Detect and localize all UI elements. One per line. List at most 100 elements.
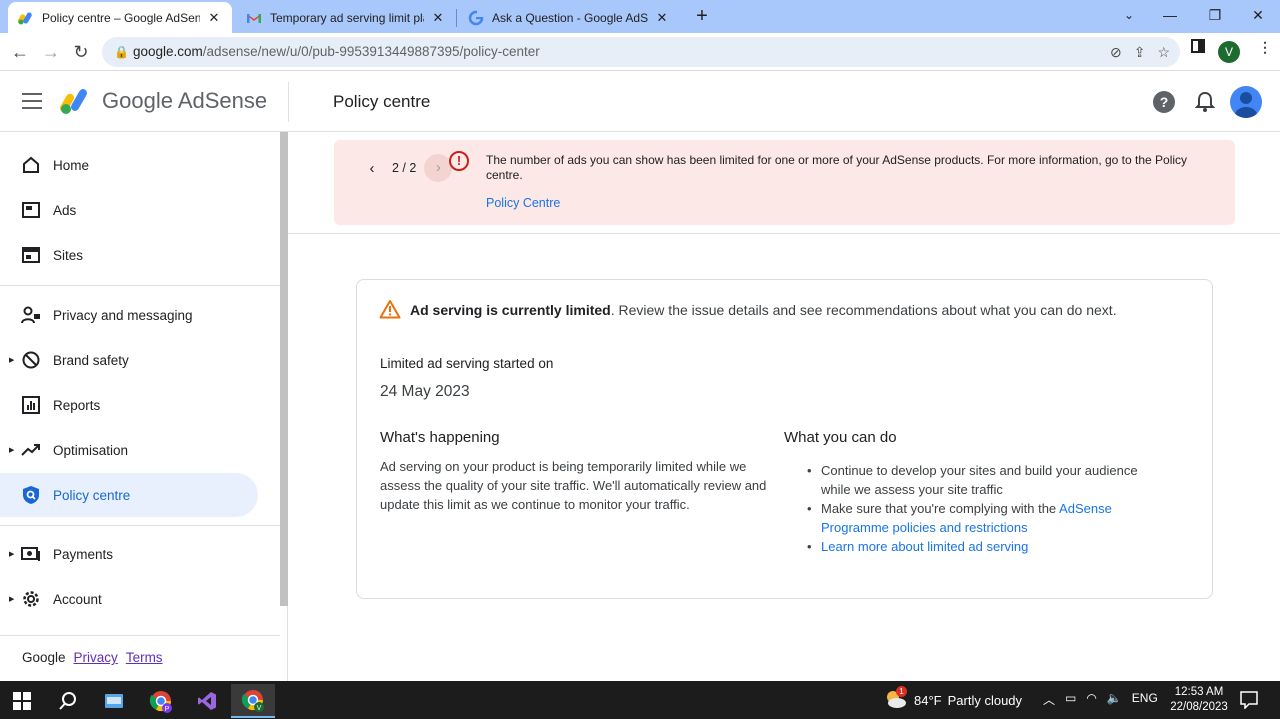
visual-studio-icon[interactable] xyxy=(185,684,229,718)
close-tab-icon[interactable]: ✕ xyxy=(654,10,670,26)
what-you-can-do-heading: What you can do xyxy=(784,429,897,446)
forward-arrow-icon[interactable]: → xyxy=(40,41,62,63)
close-window-button[interactable]: ✕ xyxy=(1238,0,1278,30)
policy-centre-link[interactable]: Policy Centre xyxy=(486,196,560,210)
sites-icon xyxy=(21,245,41,265)
policy-alert-banner: ‹ 2 / 2 › ! The number of ads you can sh… xyxy=(334,140,1235,225)
hamburger-menu-icon[interactable] xyxy=(22,93,42,109)
chrome-profile-p-icon[interactable]: P xyxy=(139,684,183,718)
list-item: Learn more about limited ad serving xyxy=(807,537,1166,556)
tab-title: Ask a Question - Google AdSense xyxy=(492,10,648,25)
expand-caret-icon[interactable]: ▶ xyxy=(9,595,14,603)
expand-caret-icon[interactable]: ▶ xyxy=(9,356,14,364)
sidebar-nav: Home Ads Sites Privacy and messaging ▶ B… xyxy=(0,132,288,681)
started-date: 24 May 2023 xyxy=(380,383,470,400)
adsense-logo-icon xyxy=(60,89,87,114)
bookmark-star-icon[interactable]: ☆ xyxy=(1157,37,1170,67)
list-item-text: Make sure that you're complying with the xyxy=(821,501,1060,516)
footer-terms-link[interactable]: Terms xyxy=(126,650,163,665)
taskbar-clock[interactable]: 12:53 AM 22/08/2023 xyxy=(1168,685,1230,715)
sidebar-item-account[interactable]: ▶ Account xyxy=(0,577,258,621)
sidebar-item-label: Ads xyxy=(53,202,77,218)
google-favicon-icon xyxy=(468,10,484,26)
chevron-left-icon[interactable]: ‹ xyxy=(362,160,382,177)
list-item: Continue to develop your sites and build… xyxy=(807,461,1166,499)
sidebar-item-label: Privacy and messaging xyxy=(53,307,193,323)
close-tab-icon[interactable]: ✕ xyxy=(430,10,446,26)
adsense-logo[interactable]: Google AdSense xyxy=(60,86,267,116)
clock-time: 12:53 AM xyxy=(1174,686,1224,698)
expand-caret-icon[interactable]: ▶ xyxy=(9,550,14,558)
sidebar-item-ads[interactable]: Ads xyxy=(0,188,258,232)
help-icon[interactable]: ? xyxy=(1153,91,1175,113)
user-avatar[interactable] xyxy=(1230,86,1262,118)
headline-bold: Ad serving is currently limited xyxy=(410,302,611,318)
warning-triangle-icon xyxy=(379,299,401,324)
sidebar-scrollbar[interactable] xyxy=(280,132,288,606)
install-app-icon[interactable]: ⊘ xyxy=(1110,37,1122,67)
share-icon[interactable]: ⇪ xyxy=(1134,37,1146,67)
sidebar-item-label: Payments xyxy=(53,546,114,562)
address-bar[interactable]: 🔒 google.com/adsense/new/u/0/pub-9953913… xyxy=(102,37,1180,67)
sidebar-item-sites[interactable]: Sites xyxy=(0,233,258,277)
tab-search-icon[interactable]: ⌄ xyxy=(1109,0,1149,30)
svg-text:P: P xyxy=(165,706,170,713)
new-tab-button[interactable]: + xyxy=(690,4,714,28)
sidebar-item-optimisation[interactable]: ▶ Optimisation xyxy=(0,428,258,472)
sidebar-item-reports[interactable]: Reports xyxy=(0,383,258,427)
footer-privacy-link[interactable]: Privacy xyxy=(74,650,118,665)
volume-icon[interactable]: 🔈 xyxy=(1107,691,1122,708)
more-menu-icon[interactable]: ⋮ xyxy=(1258,39,1272,56)
windows-taskbar: P V 1 84°F Partly cloudy ︿ ▭ ◠ 🔈 ENG 12:… xyxy=(0,681,1280,719)
svg-text:V: V xyxy=(257,705,262,712)
sidebar-item-label: Reports xyxy=(53,397,101,413)
browser-tab-gmail[interactable]: Temporary ad serving limit placed ✕ xyxy=(236,2,456,33)
reports-icon xyxy=(21,395,41,415)
windows-start-icon[interactable] xyxy=(0,684,44,718)
banner-message: The number of ads you can show has been … xyxy=(486,153,1188,182)
notification-center-icon[interactable] xyxy=(1240,691,1258,714)
ads-icon xyxy=(21,200,41,220)
sidebar-item-label: Home xyxy=(53,157,90,173)
language-indicator[interactable]: ENG xyxy=(1132,691,1158,708)
back-arrow-icon[interactable]: ← xyxy=(9,41,31,63)
sidebar-item-privacy[interactable]: Privacy and messaging xyxy=(0,293,258,337)
weather-widget[interactable]: 1 84°F Partly cloudy xyxy=(884,686,1022,712)
minimize-button[interactable]: — xyxy=(1150,0,1190,30)
reload-icon[interactable]: ↻ xyxy=(70,41,92,63)
block-icon xyxy=(21,350,41,370)
lock-icon[interactable]: 🔒 xyxy=(114,37,129,67)
browser-tab-policy-centre[interactable]: Policy centre – Google AdSense ✕ xyxy=(8,2,232,33)
notifications-bell-icon[interactable] xyxy=(1194,91,1216,118)
chevron-right-icon[interactable]: › xyxy=(424,154,453,182)
expand-caret-icon[interactable]: ▶ xyxy=(9,446,14,454)
adsense-favicon-icon xyxy=(18,10,34,26)
home-icon xyxy=(21,155,41,175)
app-header: Google AdSense Policy centre ? xyxy=(0,72,1280,132)
battery-icon[interactable]: ▭ xyxy=(1065,691,1076,708)
wifi-icon[interactable]: ◠ xyxy=(1086,691,1096,708)
sidebar-item-label: Brand safety xyxy=(53,352,129,368)
sidebar-item-payments[interactable]: ▶ Payments xyxy=(0,532,258,576)
pager-count: 2 / 2 xyxy=(392,161,417,175)
maximize-button[interactable]: ❐ xyxy=(1195,0,1235,30)
file-explorer-icon[interactable] xyxy=(92,684,136,718)
header-divider xyxy=(288,82,289,122)
chevron-up-icon[interactable]: ︿ xyxy=(1043,691,1055,708)
sidebar-item-policy-centre[interactable]: Policy centre xyxy=(0,473,258,517)
chrome-profile-v-icon[interactable]: V xyxy=(231,684,275,718)
learn-more-link[interactable]: Learn more about limited ad serving xyxy=(821,539,1028,554)
side-panel-icon[interactable] xyxy=(1191,39,1205,56)
weather-badge: 1 xyxy=(896,686,907,697)
started-label: Limited ad serving started on xyxy=(380,356,554,371)
close-tab-icon[interactable]: ✕ xyxy=(206,10,222,26)
sidebar-item-brand-safety[interactable]: ▶ Brand safety xyxy=(0,338,258,382)
tab-title: Policy centre – Google AdSense xyxy=(42,10,200,25)
search-icon[interactable] xyxy=(46,684,90,718)
browser-tab-strip: Policy centre – Google AdSense ✕ Tempora… xyxy=(0,0,1280,33)
sidebar-item-home[interactable]: Home xyxy=(0,143,258,187)
browser-tab-ask-question[interactable]: Ask a Question - Google AdSense ✕ xyxy=(458,2,680,33)
system-tray: ︿ ▭ ◠ 🔈 ENG xyxy=(1043,691,1158,708)
browser-profile-avatar[interactable]: V xyxy=(1218,41,1240,63)
sidebar-item-label: Sites xyxy=(53,247,84,263)
